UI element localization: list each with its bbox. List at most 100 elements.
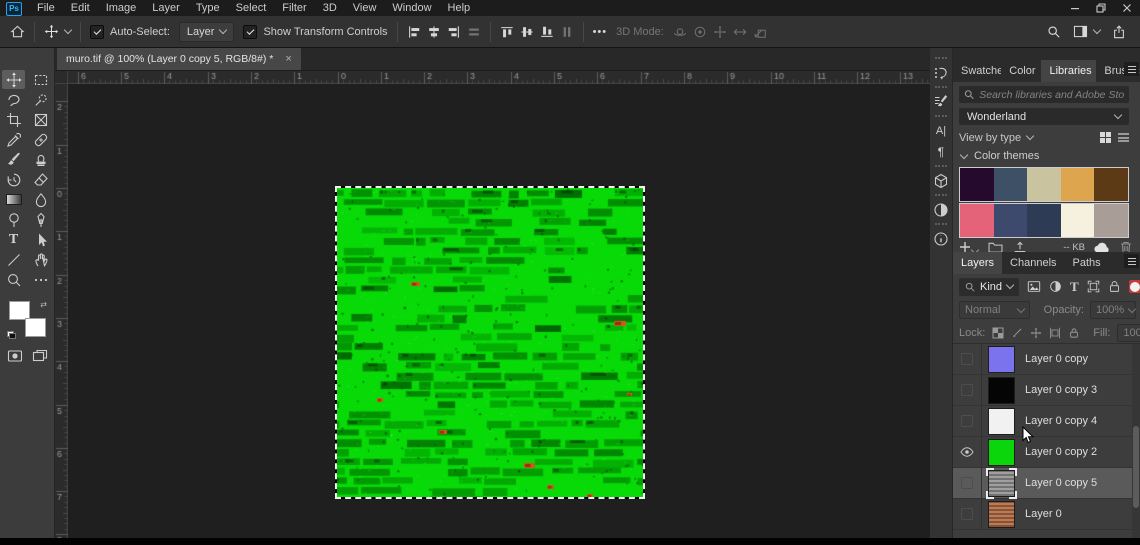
- menu-filter[interactable]: Filter: [274, 0, 314, 16]
- tab-swatches[interactable]: Swatches: [953, 60, 1001, 82]
- tool-frame-icon[interactable]: [29, 110, 52, 129]
- layer-row[interactable]: Layer 0 copy: [953, 344, 1140, 375]
- 3d-slide-icon[interactable]: [733, 25, 747, 39]
- library-select-dropdown[interactable]: Wonderland: [959, 108, 1129, 125]
- align-right-button[interactable]: [447, 25, 461, 39]
- layer-thumbnail-rust[interactable]: [989, 502, 1014, 527]
- filter-adjustment-layers-icon[interactable]: [1049, 280, 1062, 293]
- lock-position-icon[interactable]: [1030, 327, 1042, 339]
- panel-3d-icon[interactable]: [931, 170, 952, 191]
- view-by-type-dropdown[interactable]: View by type: [959, 132, 1021, 144]
- color-themes-label[interactable]: Color themes: [974, 150, 1039, 162]
- layer-thumbnail-gray[interactable]: [989, 471, 1014, 496]
- libraries-panel-menu-icon[interactable]: [1124, 62, 1139, 76]
- distribute-horizontal-button[interactable]: [467, 25, 481, 39]
- menu-image[interactable]: Image: [98, 0, 145, 16]
- minimize-button[interactable]: [1062, 0, 1088, 16]
- tool-clone-stamp-icon[interactable]: [29, 150, 52, 169]
- fill-field[interactable]: 100%: [1117, 324, 1140, 342]
- 3d-scale-icon[interactable]: [753, 25, 767, 39]
- panel-adjustments-icon[interactable]: [931, 199, 952, 220]
- panel-history-icon[interactable]: [931, 62, 952, 83]
- menu-3d[interactable]: 3D: [315, 0, 345, 16]
- document-image[interactable]: [337, 188, 643, 497]
- menu-file[interactable]: File: [29, 0, 63, 16]
- screen-mode-icon[interactable]: [32, 348, 48, 364]
- lock-artboard-icon[interactable]: [1049, 327, 1061, 339]
- tool-crop-icon[interactable]: [2, 110, 25, 129]
- layer-name[interactable]: Layer 0 copy 5: [1025, 477, 1097, 489]
- tool-path-selection-icon[interactable]: [29, 230, 52, 249]
- lock-transparent-pixels-icon[interactable]: [992, 327, 1004, 339]
- visibility-toggle-empty[interactable]: [953, 499, 982, 529]
- filter-shape-layers-icon[interactable]: [1087, 280, 1100, 293]
- tool-brush-icon[interactable]: [2, 150, 25, 169]
- menu-edit[interactable]: Edit: [63, 0, 98, 16]
- filter-smart-objects-icon[interactable]: [1108, 280, 1121, 293]
- theme-swatch[interactable]: [994, 168, 1028, 201]
- tool-gradient-icon[interactable]: [2, 190, 25, 209]
- layers-scrollbar[interactable]: [1132, 344, 1140, 538]
- auto-select-checkbox[interactable]: [90, 25, 104, 39]
- libraries-search-input[interactable]: Search libraries and Adobe Stock: [959, 86, 1129, 103]
- theme-swatch[interactable]: [1027, 168, 1061, 201]
- home-icon[interactable]: [10, 24, 25, 39]
- search-icon[interactable]: [1047, 25, 1061, 39]
- tool-edit-toolbar-icon[interactable]: [29, 270, 52, 289]
- align-center-horizontal-button[interactable]: [427, 25, 441, 39]
- tool-eraser-icon[interactable]: [29, 170, 52, 189]
- menu-help[interactable]: Help: [440, 0, 479, 16]
- tool-quick-selection-icon[interactable]: [29, 90, 52, 109]
- align-bottom-button[interactable]: [540, 25, 554, 39]
- theme-swatch[interactable]: [994, 204, 1028, 237]
- tool-history-brush-icon[interactable]: [2, 170, 25, 189]
- filter-toggle[interactable]: [1129, 280, 1140, 293]
- tool-blur-icon[interactable]: [29, 190, 52, 209]
- layer-row[interactable]: Layer 0 copy 2: [953, 437, 1140, 468]
- tool-line-icon[interactable]: [2, 250, 25, 269]
- tool-lasso-icon[interactable]: [2, 90, 25, 109]
- panel-brush-settings-icon[interactable]: [931, 91, 952, 112]
- menu-view[interactable]: View: [345, 0, 385, 16]
- workspace-switcher[interactable]: [1073, 25, 1100, 38]
- align-top-button[interactable]: [500, 25, 514, 39]
- lock-image-pixels-icon[interactable]: [1011, 327, 1023, 339]
- close-button[interactable]: [1114, 0, 1140, 16]
- theme-swatch[interactable]: [1094, 168, 1128, 201]
- visibility-toggle-empty[interactable]: [953, 375, 982, 405]
- layer-name[interactable]: Layer 0 copy 2: [1025, 446, 1097, 458]
- menu-select[interactable]: Select: [228, 0, 275, 16]
- layer-name[interactable]: Layer 0 copy 4: [1025, 415, 1097, 427]
- tool-preset-move[interactable]: [44, 24, 71, 39]
- 3d-pan-icon[interactable]: [713, 25, 727, 39]
- opacity-field[interactable]: 100%: [1090, 301, 1136, 319]
- layers-panel-menu-icon[interactable]: [1124, 254, 1139, 268]
- filter-kind-dropdown[interactable]: Kind: [959, 278, 1019, 296]
- share-icon[interactable]: [1112, 25, 1126, 39]
- align-middle-vertical-button[interactable]: [520, 25, 534, 39]
- layer-row[interactable]: Layer 0 copy 4: [953, 406, 1140, 437]
- blend-mode-dropdown[interactable]: Normal: [959, 301, 1030, 319]
- visibility-toggle-empty[interactable]: [953, 406, 982, 436]
- tool-eyedropper-icon[interactable]: [2, 130, 25, 149]
- layer-thumbnail-black[interactable]: [989, 378, 1014, 403]
- tool-move-icon[interactable]: [2, 70, 25, 89]
- panel-paragraph-icon[interactable]: ¶: [931, 141, 952, 162]
- tab-paths[interactable]: Paths: [1065, 252, 1109, 274]
- close-tab-icon[interactable]: ×: [285, 53, 291, 65]
- theme-swatch[interactable]: [1061, 168, 1095, 201]
- tool-spot-healing-brush-icon[interactable]: [29, 130, 52, 149]
- panel-info-icon[interactable]: [931, 228, 952, 249]
- visibility-eye-icon[interactable]: [953, 437, 982, 467]
- tool-type-icon[interactable]: T: [2, 230, 25, 249]
- tab-layers[interactable]: Layers: [953, 252, 1002, 274]
- filter-type-layers-icon[interactable]: T: [1070, 279, 1079, 295]
- layer-name[interactable]: Layer 0 copy 3: [1025, 384, 1097, 396]
- theme-swatch[interactable]: [1027, 204, 1061, 237]
- tool-hand-icon[interactable]: [29, 250, 52, 269]
- theme-swatch[interactable]: [960, 204, 994, 237]
- layer-thumbnail-white[interactable]: [989, 409, 1014, 434]
- show-transform-checkbox[interactable]: [243, 25, 257, 39]
- layer-row[interactable]: Layer 0 copy 3: [953, 375, 1140, 406]
- panel-character-icon[interactable]: A|: [931, 120, 952, 141]
